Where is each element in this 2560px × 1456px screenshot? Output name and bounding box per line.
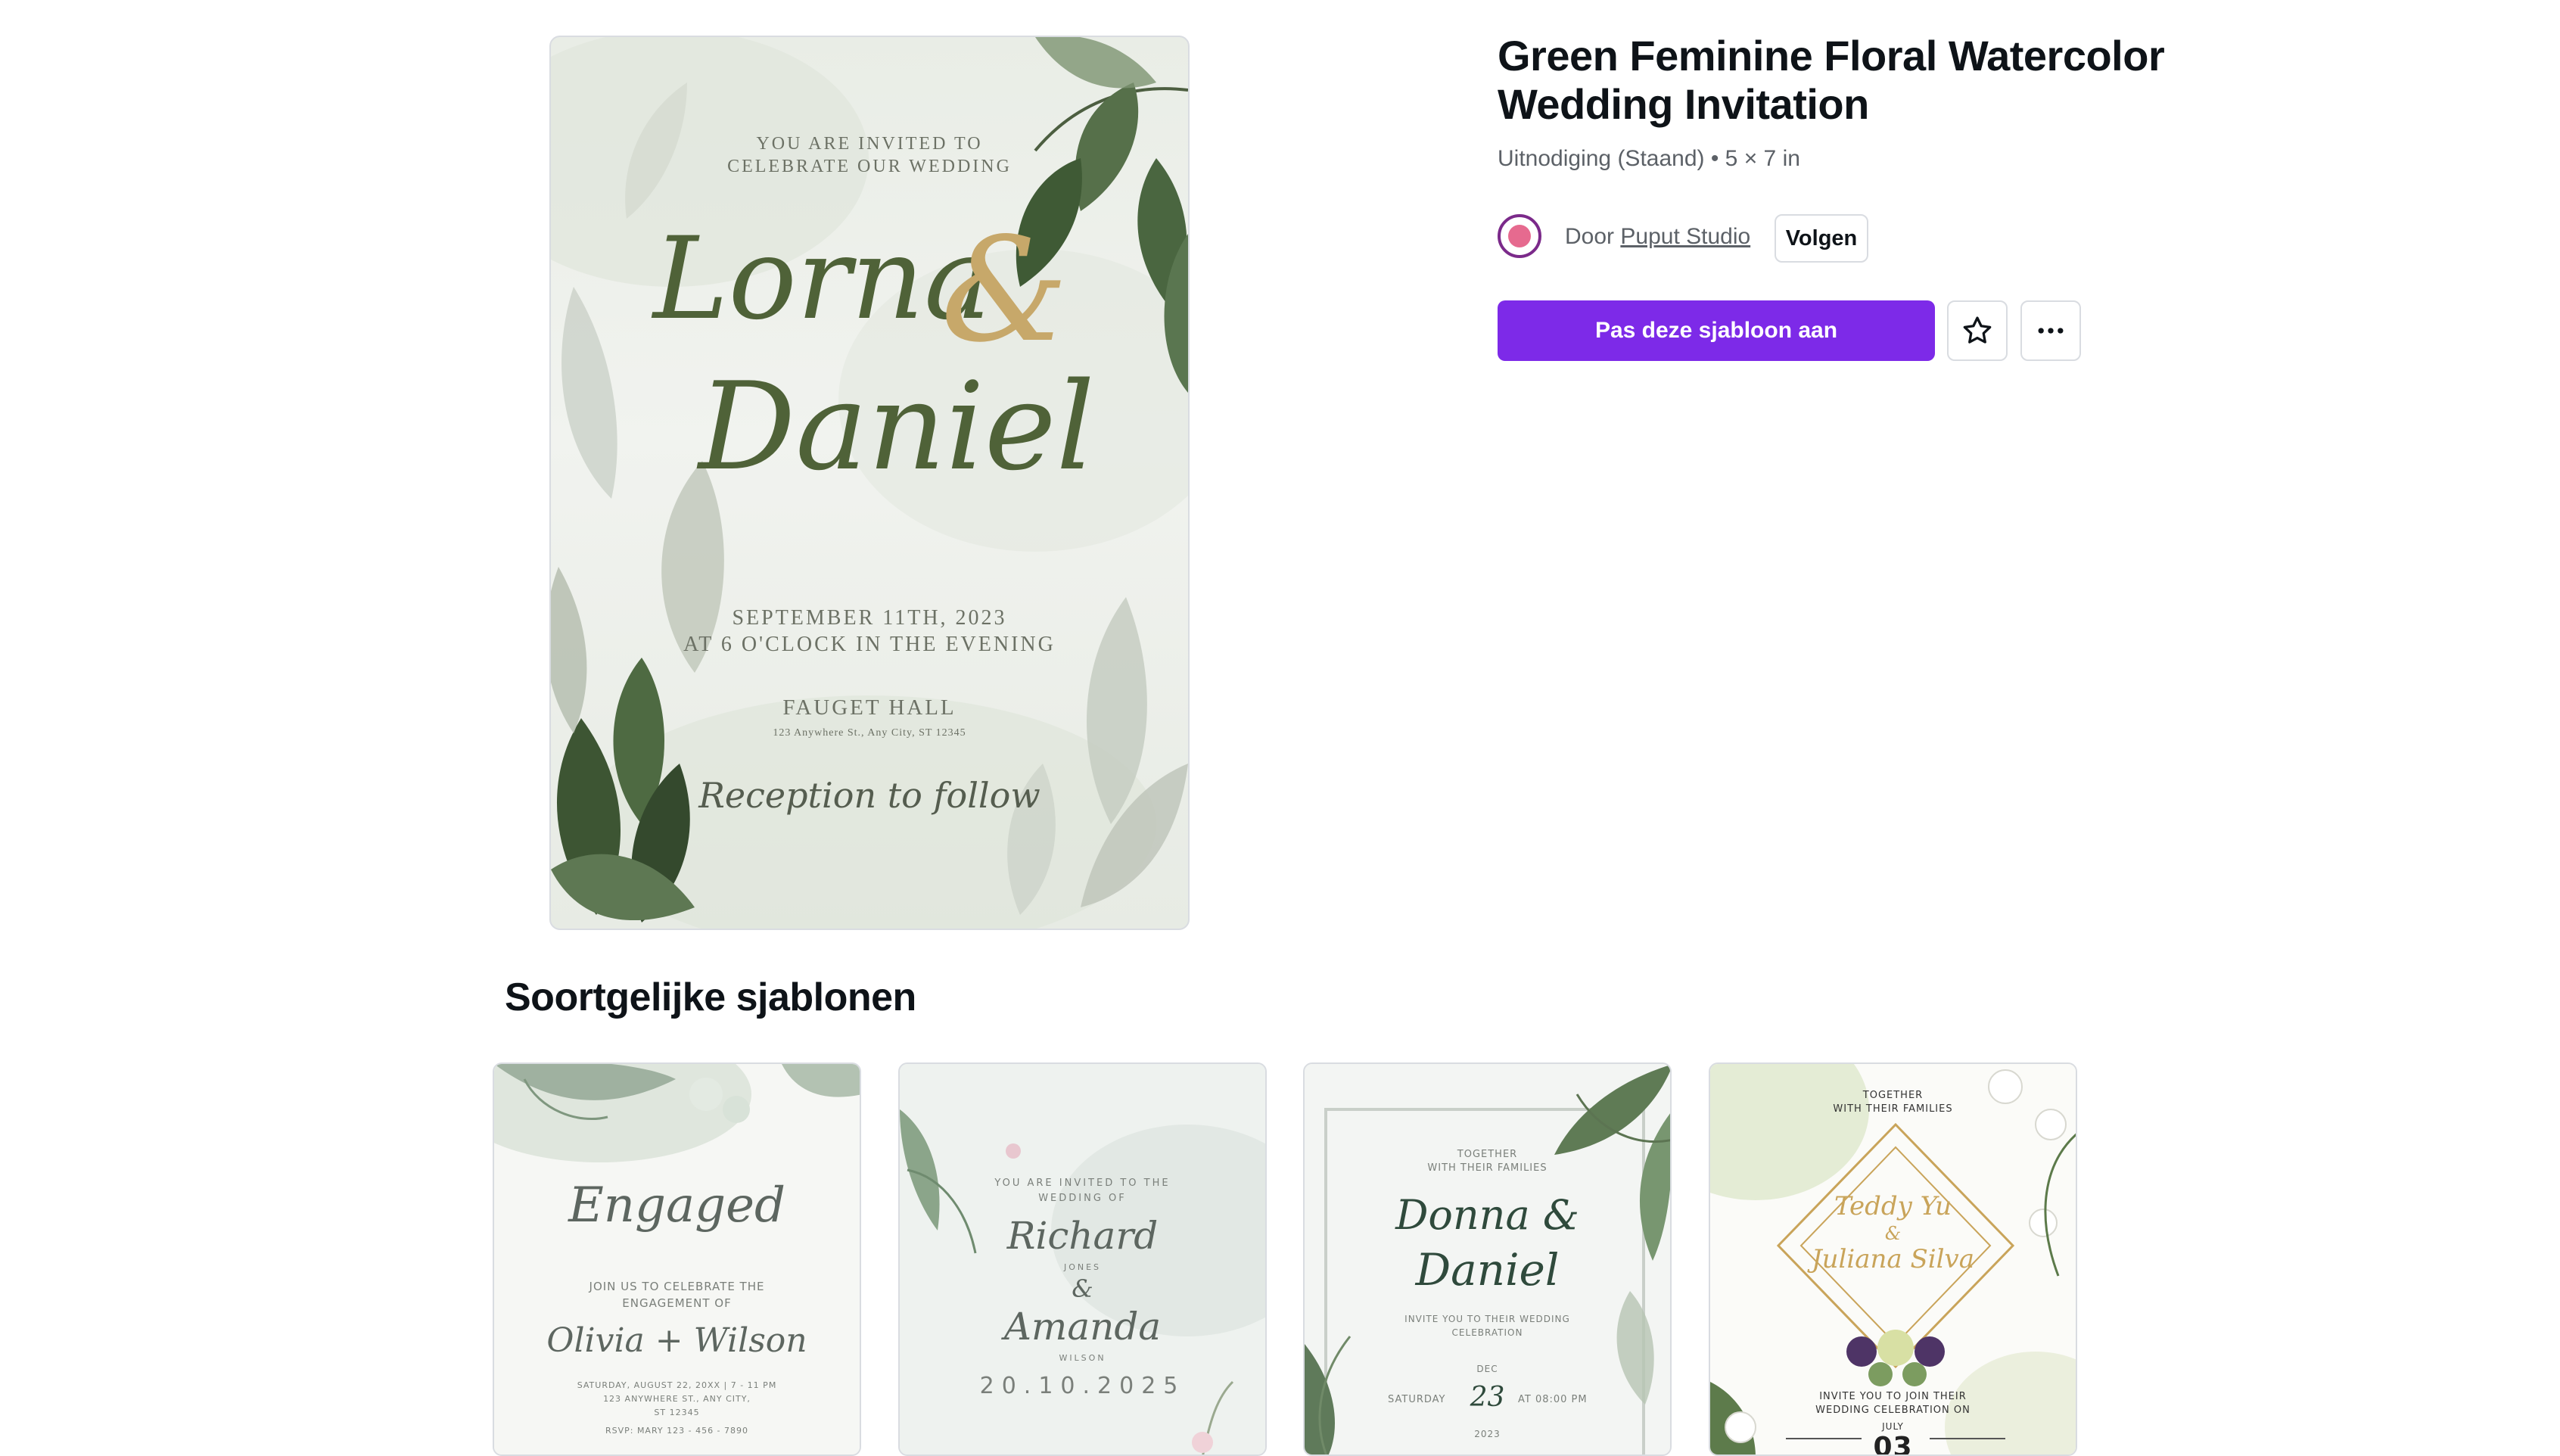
card1-names: Olivia + Wilson xyxy=(546,1321,807,1360)
more-horizontal-icon xyxy=(2038,328,2064,334)
author-avatar[interactable] xyxy=(1498,214,1541,258)
template-title: Green Feminine Floral Watercolor Wedding… xyxy=(1498,32,2165,128)
card3-line1: TOGETHER xyxy=(1457,1149,1518,1160)
card4-amp: & xyxy=(1884,1223,1902,1244)
card1-detail2: 123 ANYWHERE ST., ANY CITY, xyxy=(603,1394,751,1404)
similar-template-card-4[interactable]: TOGETHER WITH THEIR FAMILIES Teddy Yu & … xyxy=(1709,1062,2077,1456)
similar-template-card-2[interactable]: YOU ARE INVITED TO THE WEDDING OF Richar… xyxy=(898,1062,1267,1456)
card1-detail4: RSVP: MARY 123 - 456 - 7890 xyxy=(605,1426,749,1436)
card3-name2: Daniel xyxy=(1415,1244,1560,1296)
template-preview[interactable]: YOU ARE INVITED TO CELEBRATE OUR WEDDING… xyxy=(549,36,1190,930)
card2-name2: Amanda xyxy=(1003,1305,1162,1349)
date-line-2: AT 6 O'CLOCK IN THE EVENING xyxy=(683,633,1056,656)
by-prefix: Door xyxy=(1565,224,1615,249)
invite-line-1: YOU ARE INVITED TO xyxy=(756,134,983,154)
address: 123 Anywhere St., Any City, ST 12345 xyxy=(773,727,966,739)
card2-name1: Richard xyxy=(1006,1214,1159,1258)
card2-line2: WEDDING OF xyxy=(1038,1193,1127,1204)
star-icon xyxy=(1963,316,1992,344)
card4-line4: WEDDING CELEBRATION ON xyxy=(1815,1405,1971,1416)
card2-amp: & xyxy=(1072,1274,1093,1303)
invite-line-2: CELEBRATE OUR WEDDING xyxy=(727,157,1012,176)
card2-name2-sub: WILSON xyxy=(1059,1353,1106,1363)
follow-button[interactable]: Volgen xyxy=(1775,214,1868,263)
card1-detail3: ST 12345 xyxy=(654,1408,700,1417)
card2-name1-sub: JONES xyxy=(1063,1262,1102,1272)
ampersand: & xyxy=(941,207,1069,374)
name-daniel: Daniel xyxy=(698,356,1095,497)
venue: FAUGET HALL xyxy=(782,695,957,720)
card4-line3: INVITE YOU TO JOIN THEIR xyxy=(1819,1391,1967,1402)
card3-year: 2023 xyxy=(1474,1429,1501,1439)
card1-line2: ENGAGEMENT OF xyxy=(622,1296,732,1310)
card2-line1: YOU ARE INVITED TO THE xyxy=(994,1178,1171,1189)
card1-line1: JOIN US TO CELEBRATE THE xyxy=(589,1280,765,1293)
similar-template-card-1[interactable]: Engaged JOIN US TO CELEBRATE THE ENGAGEM… xyxy=(493,1062,861,1456)
author-byline: Door Puput Studio xyxy=(1565,224,1750,250)
card3-line2: WITH THEIR FAMILIES xyxy=(1427,1162,1548,1174)
card4-line1: TOGETHER xyxy=(1862,1090,1924,1101)
author-logo xyxy=(1508,225,1531,247)
date-line-1: SEPTEMBER 11TH, 2023 xyxy=(732,606,1007,630)
similar-template-card-3[interactable]: TOGETHER WITH THEIR FAMILIES Donna & Dan… xyxy=(1303,1062,1672,1456)
author-link[interactable]: Puput Studio xyxy=(1620,224,1750,249)
card2-date: 20.10.2025 xyxy=(979,1373,1186,1399)
similar-templates-heading: Soortgelijke sjablonen xyxy=(505,975,916,1019)
card4-name2: Juliana Silva xyxy=(1811,1244,1975,1274)
card4-name1: Teddy Yu xyxy=(1834,1191,1952,1221)
card4-day: 03 xyxy=(1873,1432,1913,1456)
card3-line4: CELEBRATION xyxy=(1451,1327,1523,1338)
card4-line2: WITH THEIR FAMILIES xyxy=(1833,1103,1953,1115)
card3-time: AT 08:00 PM xyxy=(1518,1394,1588,1405)
template-meta: Uitnodiging (Staand) • 5 × 7 in xyxy=(1498,146,1800,171)
card1-detail1: SATURDAY, AUGUST 22, 20XX | 7 - 11 PM xyxy=(577,1380,777,1390)
customize-template-button[interactable]: Pas deze sjabloon aan xyxy=(1498,300,1935,361)
more-options-button[interactable] xyxy=(2020,300,2081,361)
reception-note: Reception to follow xyxy=(698,775,1040,816)
card3-day: 23 xyxy=(1470,1382,1505,1413)
favorite-button[interactable] xyxy=(1947,300,2008,361)
card1-script-title: Engaged xyxy=(568,1178,785,1234)
card4-month: JULY xyxy=(1882,1421,1904,1432)
card3-name1: Donna & xyxy=(1395,1191,1579,1239)
card3-line3: INVITE YOU TO THEIR WEDDING xyxy=(1404,1314,1570,1324)
card3-month: DEC xyxy=(1476,1364,1498,1374)
